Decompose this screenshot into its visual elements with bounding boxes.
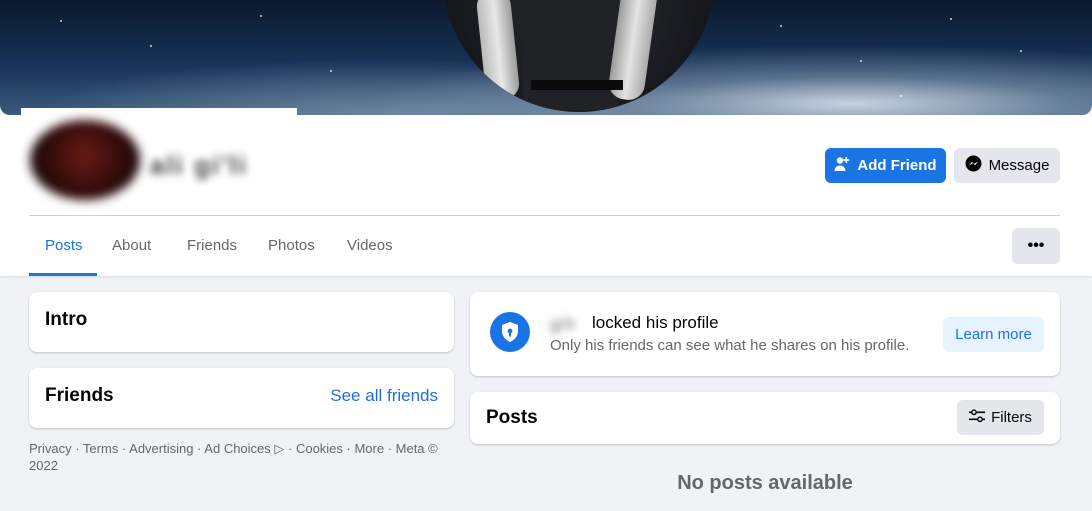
tab-friends[interactable]: Friends — [187, 237, 237, 254]
filters-label: Filters — [991, 409, 1032, 426]
locked-profile-title: gi'li locked his profile — [550, 313, 719, 334]
more-icon: ••• — [1027, 237, 1045, 254]
posts-title: Posts — [486, 407, 538, 428]
messenger-icon — [965, 155, 982, 176]
locked-profile-subtitle: Only his friends can see what he shares … — [550, 337, 910, 354]
add-friend-button[interactable]: Add Friend — [825, 148, 946, 183]
sliders-icon — [969, 408, 986, 427]
locked-profile-name: gi'li — [550, 315, 575, 334]
intro-card: Intro — [29, 292, 454, 352]
intro-title: Intro — [45, 309, 88, 330]
shield-lock-icon — [490, 312, 530, 352]
friends-card: Friends See all friends — [29, 368, 454, 428]
message-label: Message — [988, 157, 1050, 174]
header-divider — [29, 215, 1060, 216]
learn-more-button[interactable]: Learn more — [943, 317, 1044, 352]
message-button[interactable]: Message — [954, 148, 1060, 183]
filters-button[interactable]: Filters — [957, 400, 1044, 435]
tab-about[interactable]: About — [112, 237, 151, 254]
friends-title: Friends — [45, 385, 114, 406]
profile-name: ali gi'li — [150, 150, 248, 180]
footer-links[interactable]: Privacy · Terms · Advertising · Ad Choic… — [29, 440, 449, 474]
tab-photos[interactable]: Photos — [268, 237, 315, 254]
cover-portrait — [443, 0, 715, 112]
no-posts-message: No posts available — [677, 472, 853, 494]
locked-profile-text: locked his profile — [592, 313, 719, 332]
add-friend-label: Add Friend — [857, 157, 937, 174]
cover-photo[interactable] — [0, 0, 1092, 115]
active-tab-indicator — [29, 273, 97, 276]
see-all-friends-link[interactable]: See all friends — [330, 386, 438, 406]
add-friend-icon — [834, 156, 850, 176]
avatar[interactable] — [30, 120, 140, 200]
tab-posts[interactable]: Posts — [45, 237, 83, 254]
tab-videos[interactable]: Videos — [347, 237, 393, 254]
more-options-button[interactable]: ••• — [1012, 228, 1060, 264]
